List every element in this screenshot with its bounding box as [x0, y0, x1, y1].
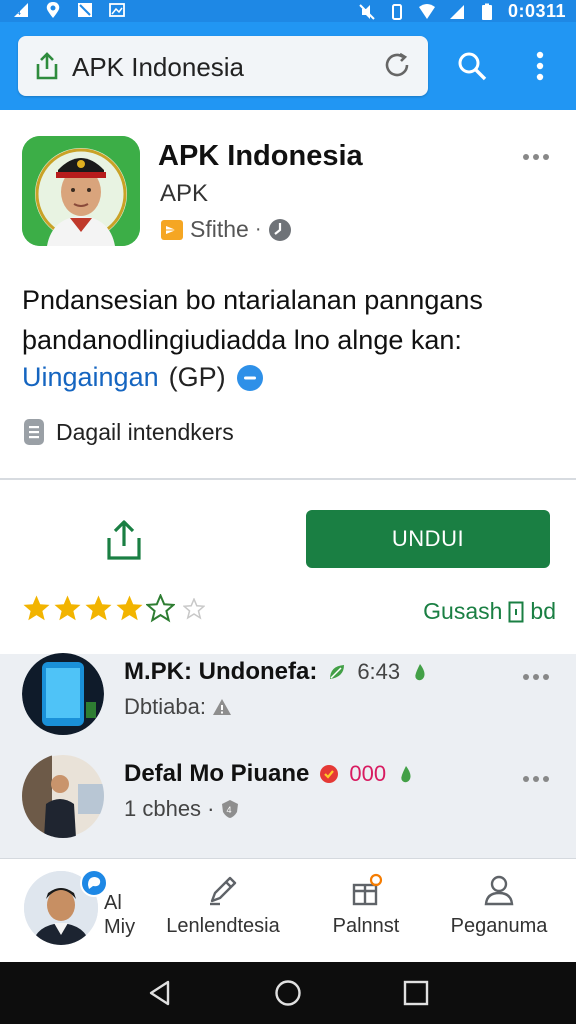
- list-item-title: Defal Mo Piuane: [124, 760, 310, 787]
- info-box-icon: [508, 601, 524, 622]
- svg-text:4: 4: [16, 7, 21, 17]
- app-name: APK Indonesia: [158, 140, 363, 172]
- svg-text:4: 4: [227, 805, 232, 815]
- nav-label: Peganuma: [450, 915, 548, 937]
- star-filled-icon: [85, 595, 112, 621]
- rating-info-text: Gusash: [423, 598, 503, 624]
- wifi-icon: [418, 3, 435, 19]
- nav-label: Palnnst: [332, 915, 400, 937]
- publisher-name[interactable]: Sfithe: [190, 216, 249, 243]
- person-icon: [484, 875, 514, 906]
- list-item-subtitle: 1 cbhes: [124, 796, 202, 821]
- action-section: UNDUI Gusash bd: [0, 482, 576, 654]
- description-link-row: Uingaingan (GP): [22, 362, 264, 393]
- description-link[interactable]: Uingaingan: [22, 362, 159, 393]
- drop-icon: [401, 766, 411, 783]
- more-horiz-icon[interactable]: [522, 774, 550, 784]
- list-item[interactable]: M.PK: Undonefa: 6:43 Dbtiaba:: [0, 652, 576, 754]
- status-bar: 4 0:0311: [0, 0, 576, 22]
- phone-thumbnail: [22, 652, 104, 736]
- drop-icon: [415, 664, 425, 681]
- warning-icon: [212, 699, 231, 715]
- list-item-title: M.PK: Undonefa:: [124, 658, 318, 685]
- star-filled-icon: [54, 595, 81, 621]
- share-icon[interactable]: [34, 52, 60, 80]
- list-item-subtitle: Dbtiaba:: [124, 694, 206, 719]
- list-item-title-row: Defal Mo Piuane 000: [124, 760, 416, 788]
- status-time: 0:0311: [507, 1, 566, 21]
- app-icon-portrait: [22, 136, 140, 246]
- list-item-subtitle-row: 1 cbhes · 4: [124, 796, 240, 822]
- download-button[interactable]: UNDUI: [306, 510, 550, 568]
- star-outline-icon: [183, 597, 205, 620]
- profile-label-line-1: Al: [104, 892, 122, 914]
- mute-icon: [359, 3, 375, 20]
- shield-icon: 4: [222, 800, 239, 818]
- system-navigation-bar: [0, 962, 576, 1024]
- battery-icon: [481, 3, 492, 20]
- star-outline-icon: [146, 594, 175, 623]
- url-text: APK Indonesia: [72, 52, 245, 82]
- image-icon: [109, 3, 125, 17]
- publisher-row: Sfithe ·: [160, 216, 292, 243]
- list-item-meta: 000: [349, 761, 387, 786]
- home-icon[interactable]: [274, 979, 302, 1007]
- nav-item-palnnst[interactable]: Palnnst: [301, 873, 431, 938]
- signal-icon: 4: [14, 3, 28, 17]
- publisher-badge-icon: [161, 219, 183, 240]
- app-card: APK Indonesia APK Sfithe · Pndansesian b…: [0, 112, 576, 480]
- profile-label-line-2: Miy: [104, 916, 136, 938]
- list-item-separator: ·: [207, 796, 215, 821]
- detail-row[interactable]: Dagail intendkers: [22, 418, 234, 446]
- app-subtitle: APK: [160, 180, 209, 207]
- back-icon[interactable]: [146, 979, 174, 1007]
- list-item-title-row: M.PK: Undonefa: 6:43: [124, 658, 430, 686]
- reload-icon[interactable]: [382, 50, 412, 80]
- rating-stars: [22, 594, 205, 623]
- clock-icon: [268, 218, 291, 241]
- notification-icon: [78, 3, 92, 17]
- publisher-separator: ·: [254, 218, 262, 240]
- nav-item-lenlendtesia[interactable]: Lenlendtesia: [158, 873, 288, 938]
- document-icon: [24, 419, 44, 445]
- more-vert-icon[interactable]: [530, 50, 550, 82]
- vibrate-icon: [391, 3, 402, 20]
- share-button-icon[interactable]: [104, 518, 144, 562]
- gift-icon: [352, 873, 383, 906]
- edit-pen-icon: [210, 876, 237, 906]
- top-app-bar: APK Indonesia: [0, 22, 576, 110]
- nav-label: Lenlendtesia: [166, 915, 280, 937]
- url-bar[interactable]: APK Indonesia: [18, 36, 428, 96]
- rating-info-suffix: bd: [530, 598, 556, 624]
- more-horiz-icon[interactable]: [522, 152, 550, 162]
- cell-signal-icon: [449, 4, 464, 19]
- app-icon[interactable]: [22, 136, 140, 246]
- app-description: Pndansesian bo ntarialanan panngans þand…: [22, 285, 483, 355]
- list-item-meta: 6:43: [357, 659, 401, 684]
- list-item-subtitle-row: Dbtiaba:: [124, 694, 232, 720]
- recents-icon[interactable]: [402, 979, 430, 1007]
- leaf-icon: [330, 665, 345, 679]
- speaker-thumbnail: [22, 754, 104, 838]
- nav-item-peganuma[interactable]: Peganuma: [434, 873, 564, 938]
- list-item[interactable]: Defal Mo Piuane 000 1 cbhes · 4: [0, 754, 576, 856]
- more-horiz-icon[interactable]: [522, 672, 550, 682]
- search-icon[interactable]: [456, 50, 488, 82]
- detail-text: Dagail intendkers: [56, 418, 234, 445]
- star-filled-icon: [23, 595, 50, 621]
- bottom-navigation: Al Miy Lenlendtesia Palnnst Peganuma: [0, 858, 576, 962]
- profile-label[interactable]: Al Miy: [104, 891, 135, 939]
- star-filled-icon: [116, 595, 143, 621]
- location-icon: [46, 2, 60, 18]
- alert-badge-icon: [320, 765, 339, 783]
- description-paren: (GP): [168, 362, 226, 392]
- rating-info: Gusash bd: [423, 598, 556, 625]
- collapse-icon[interactable]: [236, 364, 264, 392]
- app-list: M.PK: Undonefa: 6:43 Dbtiaba: Defal Mo P…: [0, 652, 576, 858]
